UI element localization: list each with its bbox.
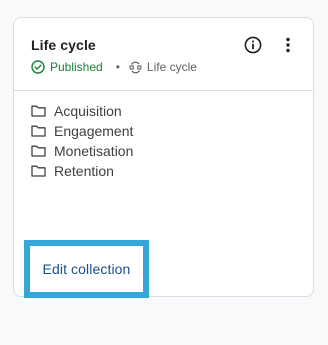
- status-badge: Published: [31, 60, 103, 74]
- folder-item-retention: Retention: [31, 161, 133, 181]
- folder-icon: [31, 105, 46, 117]
- folder-list: Acquisition Engagement Monetisation Rete…: [31, 101, 133, 181]
- folder-item-monetisation: Monetisation: [31, 141, 133, 161]
- status-label: Published: [50, 60, 103, 74]
- folder-icon: [31, 125, 46, 137]
- card-meta: Published • Life cycle: [31, 59, 197, 75]
- lifecycle-icon: [129, 61, 142, 73]
- folder-icon: [31, 165, 46, 177]
- edit-collection-button[interactable]: Edit collection: [30, 246, 143, 292]
- more-options-button[interactable]: [279, 34, 297, 56]
- folder-item-acquisition: Acquisition: [31, 101, 133, 121]
- meta-separator: •: [115, 60, 120, 74]
- card-title: Life cycle: [31, 37, 96, 53]
- collection-type-label: Life cycle: [146, 60, 197, 74]
- folder-label: Monetisation: [54, 143, 134, 159]
- info-icon: [244, 36, 262, 54]
- more-vert-icon: [286, 37, 290, 53]
- collection-type: Life cycle: [129, 60, 197, 74]
- folder-icon: [31, 145, 46, 157]
- info-button[interactable]: [242, 34, 264, 56]
- folder-label: Engagement: [54, 123, 134, 139]
- check-circle-icon: [31, 60, 45, 74]
- folder-item-engagement: Engagement: [31, 121, 133, 141]
- folder-label: Retention: [54, 163, 114, 179]
- folder-label: Acquisition: [54, 103, 122, 119]
- card-header: Life cycle Published • Life cycle: [14, 18, 313, 91]
